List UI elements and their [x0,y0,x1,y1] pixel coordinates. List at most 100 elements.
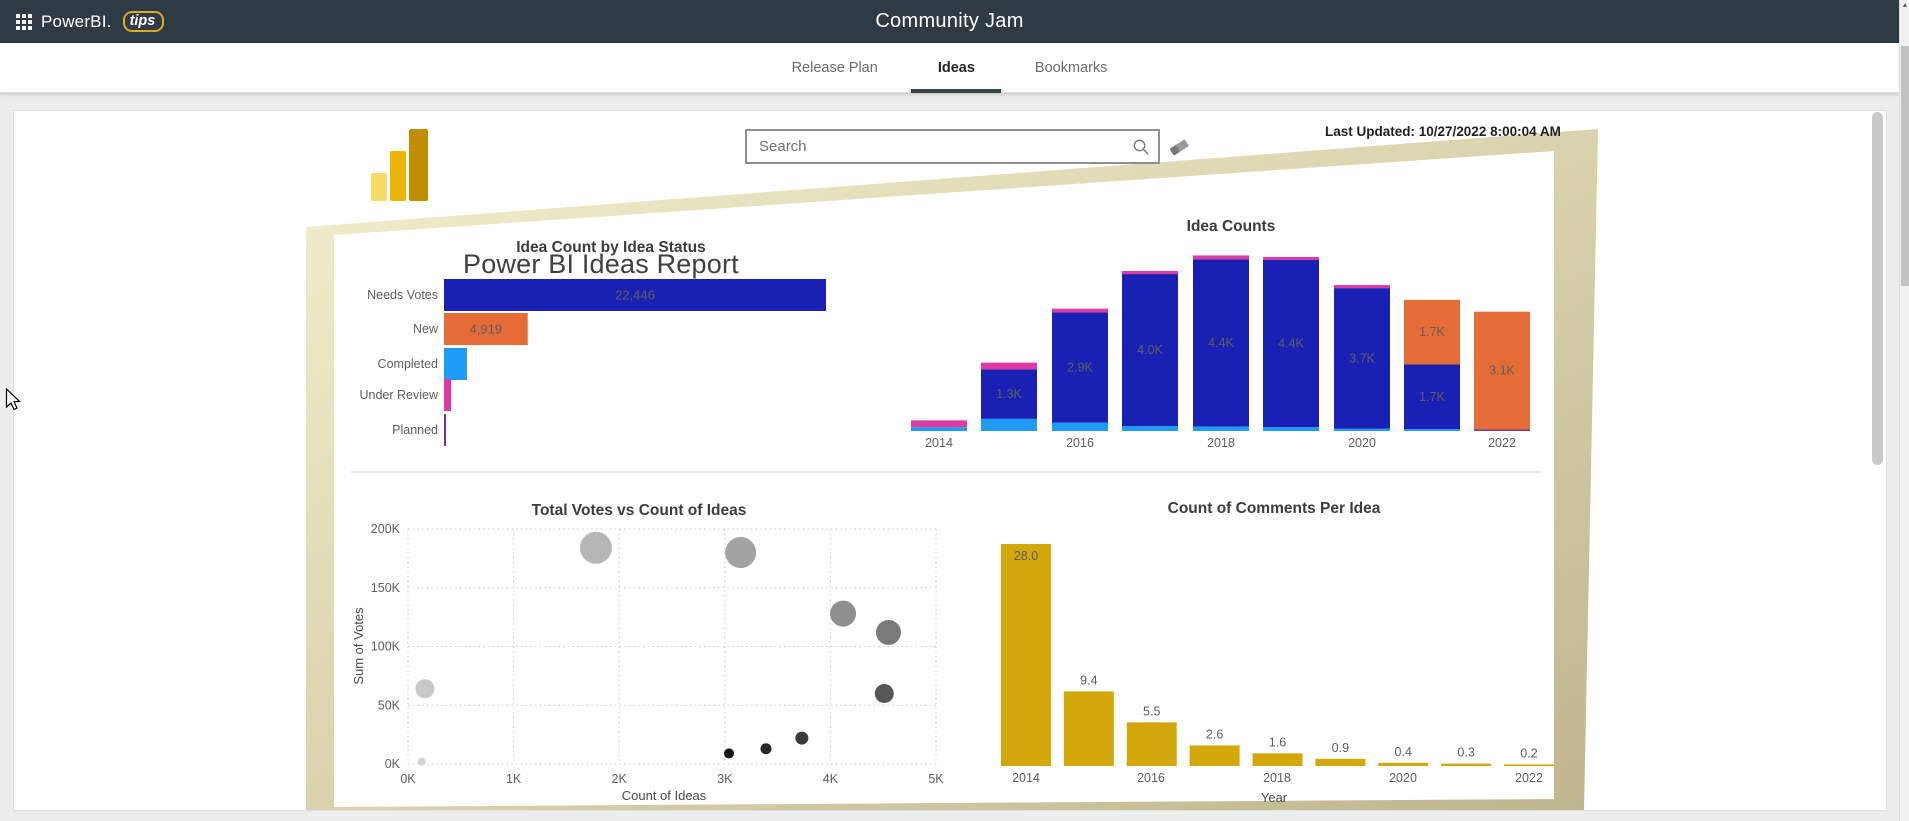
svg-text:2014: 2014 [1012,771,1040,785]
idea-count-segment-2015-lightblue[interactable] [981,419,1037,431]
svg-text:Total Votes vs Count of Ideas: Total Votes vs Count of Ideas [532,502,747,519]
idea-count-segment-2014-magenta[interactable] [911,420,967,427]
last-updated-text: Last Updated: 10/27/2022 8:00:04 AM [1325,124,1585,139]
svg-text:Count of Ideas: Count of Ideas [622,788,707,803]
search-box [745,129,1160,164]
idea-count-segment-2022-purple[interactable] [1474,429,1530,431]
svg-text:Planned: Planned [392,423,438,437]
svg-text:Year: Year [1261,790,1288,805]
idea-count-segment-2020-magenta[interactable] [1334,285,1390,288]
svg-text:100K: 100K [371,640,401,654]
idea-count-segment-2017-magenta[interactable] [1122,271,1178,274]
idea-count-segment-2015-magenta[interactable] [981,363,1037,370]
scatter-bubble-2[interactable] [415,679,434,698]
svg-text:150K: 150K [371,581,401,595]
svg-text:2020: 2020 [1348,436,1376,450]
scatter-bubble-4[interactable] [725,537,756,568]
svg-text:2022: 2022 [1515,771,1543,785]
active-tab-underline [911,89,1001,93]
svg-text:Under Review: Under Review [359,388,438,402]
comments-bar-2016[interactable] [1127,722,1177,766]
idea-count-segment-2019-lightblue[interactable] [1263,427,1319,431]
svg-text:1.6: 1.6 [1269,735,1286,749]
scatter-bubble-8[interactable] [795,732,808,745]
idea-count-segment-2017-lightblue[interactable] [1122,426,1178,431]
idea-count-segment-2018-magenta[interactable] [1193,255,1249,259]
status-bar-planned[interactable] [444,414,446,446]
idea-count-segment-2014-lightblue[interactable] [911,427,967,431]
svg-text:4.4K: 4.4K [1278,337,1304,351]
status-bar-under-review[interactable] [444,379,451,411]
svg-text:Completed: Completed [378,357,438,371]
comments-bar-2017[interactable] [1190,745,1240,766]
svg-text:0.9: 0.9 [1332,741,1349,755]
scatter-bubble-1[interactable] [418,758,426,766]
svg-text:2018: 2018 [1207,436,1235,450]
svg-text:2022: 2022 [1488,436,1516,450]
page-title: Community Jam [875,10,1023,33]
svg-text:2016: 2016 [1137,771,1165,785]
scroll-up-arrow-icon[interactable]: ▲ [1901,2,1909,9]
browser-scrollbar[interactable]: ▲ [1899,0,1909,821]
app-header: PowerBI. tips Community Jam [0,0,1899,43]
scatter-bubble-6[interactable] [876,620,901,645]
svg-text:Count of Comments Per Idea: Count of Comments Per Idea [1168,500,1381,517]
brand-badge: tips [123,11,165,32]
scatter-bubble-10[interactable] [724,748,734,758]
svg-text:0.3: 0.3 [1457,746,1474,760]
tab-bookmarks[interactable]: Bookmarks [1035,43,1108,93]
tab-release-plan[interactable]: Release Plan [792,43,878,93]
svg-text:2020: 2020 [1389,771,1417,785]
svg-text:4.4K: 4.4K [1208,336,1234,350]
screen: { "header": { "brand": "PowerBI.", "bran… [0,0,1909,821]
scatter-bubble-9[interactable] [760,743,771,754]
powerbi-tips-logo[interactable]: PowerBI. tips [0,11,164,32]
search-icon[interactable] [1124,131,1158,162]
svg-text:3K: 3K [717,772,733,786]
browser-scrollbar-thumb[interactable] [1901,46,1909,286]
svg-text:1K: 1K [506,772,522,786]
idea-count-segment-2018-lightblue[interactable] [1193,426,1249,431]
comments-bar-2018[interactable] [1253,753,1303,766]
clear-filter-button[interactable] [1166,135,1192,159]
comments-bar-2019[interactable] [1315,759,1365,766]
idea-count-segment-2020-lightblue[interactable] [1334,429,1390,431]
scatter-bubble-5[interactable] [830,601,856,627]
idea-count-segment-2019-magenta[interactable] [1263,257,1319,260]
svg-text:2.6: 2.6 [1206,727,1223,741]
idea-count-segment-2016-lightblue[interactable] [1052,423,1108,431]
comments-bar-2022[interactable] [1504,764,1554,766]
comments-bar-2021[interactable] [1441,764,1491,766]
tab-bar: Release Plan Ideas Bookmarks [0,43,1899,93]
comments-bar-2014[interactable] [1001,544,1051,766]
svg-text:1.3K: 1.3K [996,387,1022,401]
scatter-bubble-3[interactable] [580,532,612,564]
comments-bar-2020[interactable] [1378,763,1428,766]
svg-text:9.4: 9.4 [1080,673,1097,687]
svg-text:New: New [413,322,439,336]
waffle-grid-icon[interactable] [16,14,32,30]
report-scrollbar-thumb[interactable] [1872,112,1883,465]
scatter-bubble-7[interactable] [875,684,894,703]
report-title: Power BI Ideas Report [463,249,739,280]
svg-text:2018: 2018 [1263,771,1291,785]
svg-text:5K: 5K [928,772,944,786]
svg-text:1.7K: 1.7K [1419,390,1445,404]
svg-text:Idea Counts: Idea Counts [1187,218,1276,235]
comments-bar-2015[interactable] [1064,691,1114,766]
svg-text:1.7K: 1.7K [1419,325,1445,339]
svg-text:5.5: 5.5 [1143,704,1160,718]
report-card: Idea Count by Idea StatusNeeds Votes22,4… [13,110,1887,811]
idea-count-segment-2016-magenta[interactable] [1052,309,1108,313]
svg-text:3.1K: 3.1K [1489,364,1515,378]
svg-text:3.7K: 3.7K [1349,351,1375,365]
mouse-cursor-icon [5,388,22,412]
status-bar-completed[interactable] [444,348,467,380]
idea-count-segment-2021-lightblue[interactable] [1404,429,1460,431]
svg-text:0.4: 0.4 [1395,745,1412,759]
svg-text:2014: 2014 [925,436,953,450]
search-input[interactable] [747,138,1124,155]
svg-text:0K: 0K [400,772,416,786]
svg-text:50K: 50K [378,698,401,712]
tab-ideas[interactable]: Ideas [938,43,975,93]
